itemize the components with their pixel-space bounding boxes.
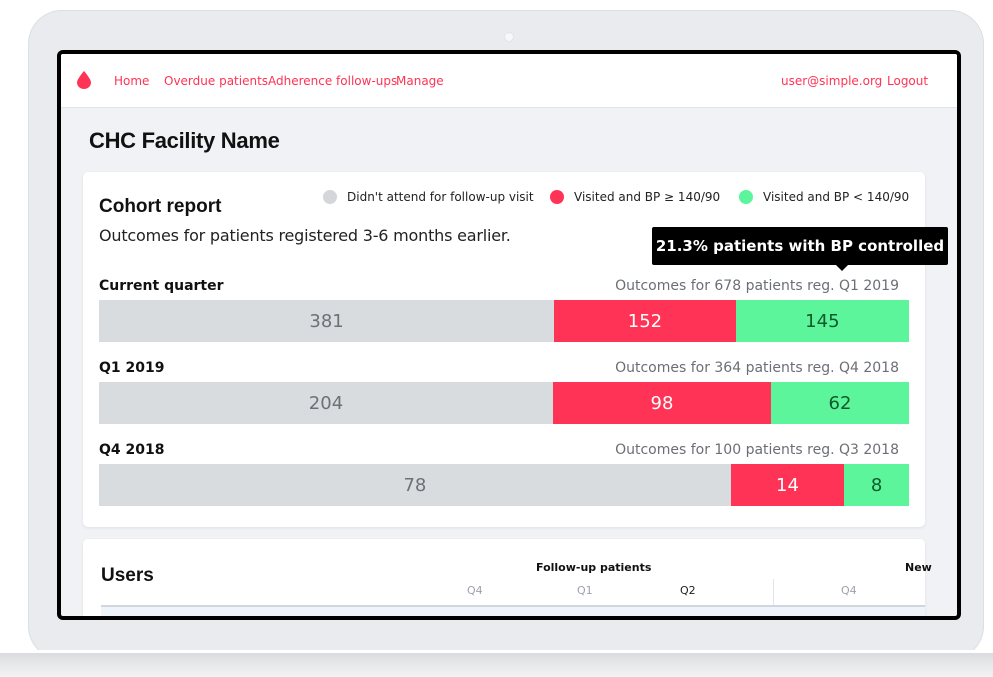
nav-manage-link[interactable]: Manage bbox=[396, 74, 444, 88]
cohort-bar[interactable]: 204 98 62 bbox=[99, 382, 909, 424]
cohort-bar[interactable]: 381 152 145 bbox=[99, 300, 909, 342]
bar-segment-uncontrolled[interactable]: 14 bbox=[730, 464, 845, 506]
column-header[interactable]: Q1 bbox=[577, 584, 593, 597]
tooltip-arrow bbox=[835, 264, 849, 271]
nav-overdue-patients-link[interactable]: Overdue patients bbox=[164, 74, 268, 88]
bp-controlled-tooltip: 21.3% patients with BP controlled bbox=[652, 227, 948, 265]
quarter-caption: Outcomes for 100 patients reg. Q3 2018 bbox=[615, 442, 899, 458]
quarter-caption: Outcomes for 678 patients reg. Q1 2019 bbox=[615, 278, 899, 294]
bar-segment-uncontrolled[interactable]: 98 bbox=[552, 382, 772, 424]
camera-icon bbox=[504, 32, 514, 42]
cohort-bar[interactable]: 78 14 8 bbox=[99, 464, 909, 506]
quarter-label: Q4 2018 bbox=[99, 442, 165, 458]
legend-bp-controlled: Visited and BP < 140/90 bbox=[739, 190, 909, 204]
user-email-link[interactable]: user@simple.org bbox=[781, 74, 882, 88]
laptop-screen: Home Overdue patients Adherence follow-u… bbox=[57, 50, 961, 620]
bar-segment-controlled[interactable]: 145 bbox=[735, 300, 909, 342]
followup-patients-header: Follow-up patients bbox=[536, 561, 652, 574]
laptop-base bbox=[0, 650, 993, 677]
nav-home-link[interactable]: Home bbox=[114, 74, 149, 88]
legend-bp-uncontrolled: Visited and BP ≥ 140/90 bbox=[550, 190, 720, 204]
page-title: CHC Facility Name bbox=[89, 128, 280, 153]
top-nav: Home Overdue patients Adherence follow-u… bbox=[61, 54, 957, 108]
bar-segment-controlled[interactable]: 62 bbox=[771, 382, 909, 424]
bar-segment-controlled[interactable]: 8 bbox=[844, 464, 909, 506]
users-card: Users Follow-up patients New Q4 Q1 Q2 Q4 bbox=[83, 539, 932, 616]
quarter-caption: Outcomes for 364 patients reg. Q4 2018 bbox=[615, 360, 899, 376]
grey-dot-icon bbox=[323, 190, 337, 204]
bar-segment-missed[interactable]: 204 bbox=[99, 382, 553, 424]
bar-segment-uncontrolled[interactable]: 152 bbox=[554, 300, 736, 342]
column-header[interactable]: Q2 bbox=[680, 584, 696, 597]
bar-segment-missed[interactable]: 78 bbox=[99, 464, 731, 506]
table-row[interactable] bbox=[101, 607, 925, 616]
users-title: Users bbox=[101, 565, 154, 586]
app-viewport: Home Overdue patients Adherence follow-u… bbox=[61, 54, 957, 616]
green-dot-icon bbox=[739, 190, 753, 204]
blood-drop-logo-icon[interactable] bbox=[77, 71, 91, 89]
legend-label: Visited and BP ≥ 140/90 bbox=[574, 190, 721, 204]
nav-adherence-followups-link[interactable]: Adherence follow-ups bbox=[268, 74, 397, 88]
quarter-label: Current quarter bbox=[99, 278, 224, 294]
quarter-label: Q1 2019 bbox=[99, 360, 165, 376]
legend-missed-visit: Didn't attend for follow-up visit bbox=[323, 190, 534, 204]
legend-label: Didn't attend for follow-up visit bbox=[347, 190, 534, 204]
cohort-report-title: Cohort report bbox=[99, 196, 222, 217]
bar-segment-missed[interactable]: 381 bbox=[99, 300, 555, 342]
cohort-report-subtitle: Outcomes for patients registered 3-6 mon… bbox=[99, 226, 511, 245]
column-header[interactable]: Q4 bbox=[467, 584, 483, 597]
logout-link[interactable]: Logout bbox=[887, 74, 928, 88]
red-dot-icon bbox=[550, 190, 564, 204]
new-patients-header: New bbox=[905, 561, 932, 574]
cohort-report-card: Cohort report Outcomes for patients regi… bbox=[83, 172, 948, 527]
column-header[interactable]: Q4 bbox=[841, 584, 857, 597]
legend-label: Visited and BP < 140/90 bbox=[763, 190, 910, 204]
